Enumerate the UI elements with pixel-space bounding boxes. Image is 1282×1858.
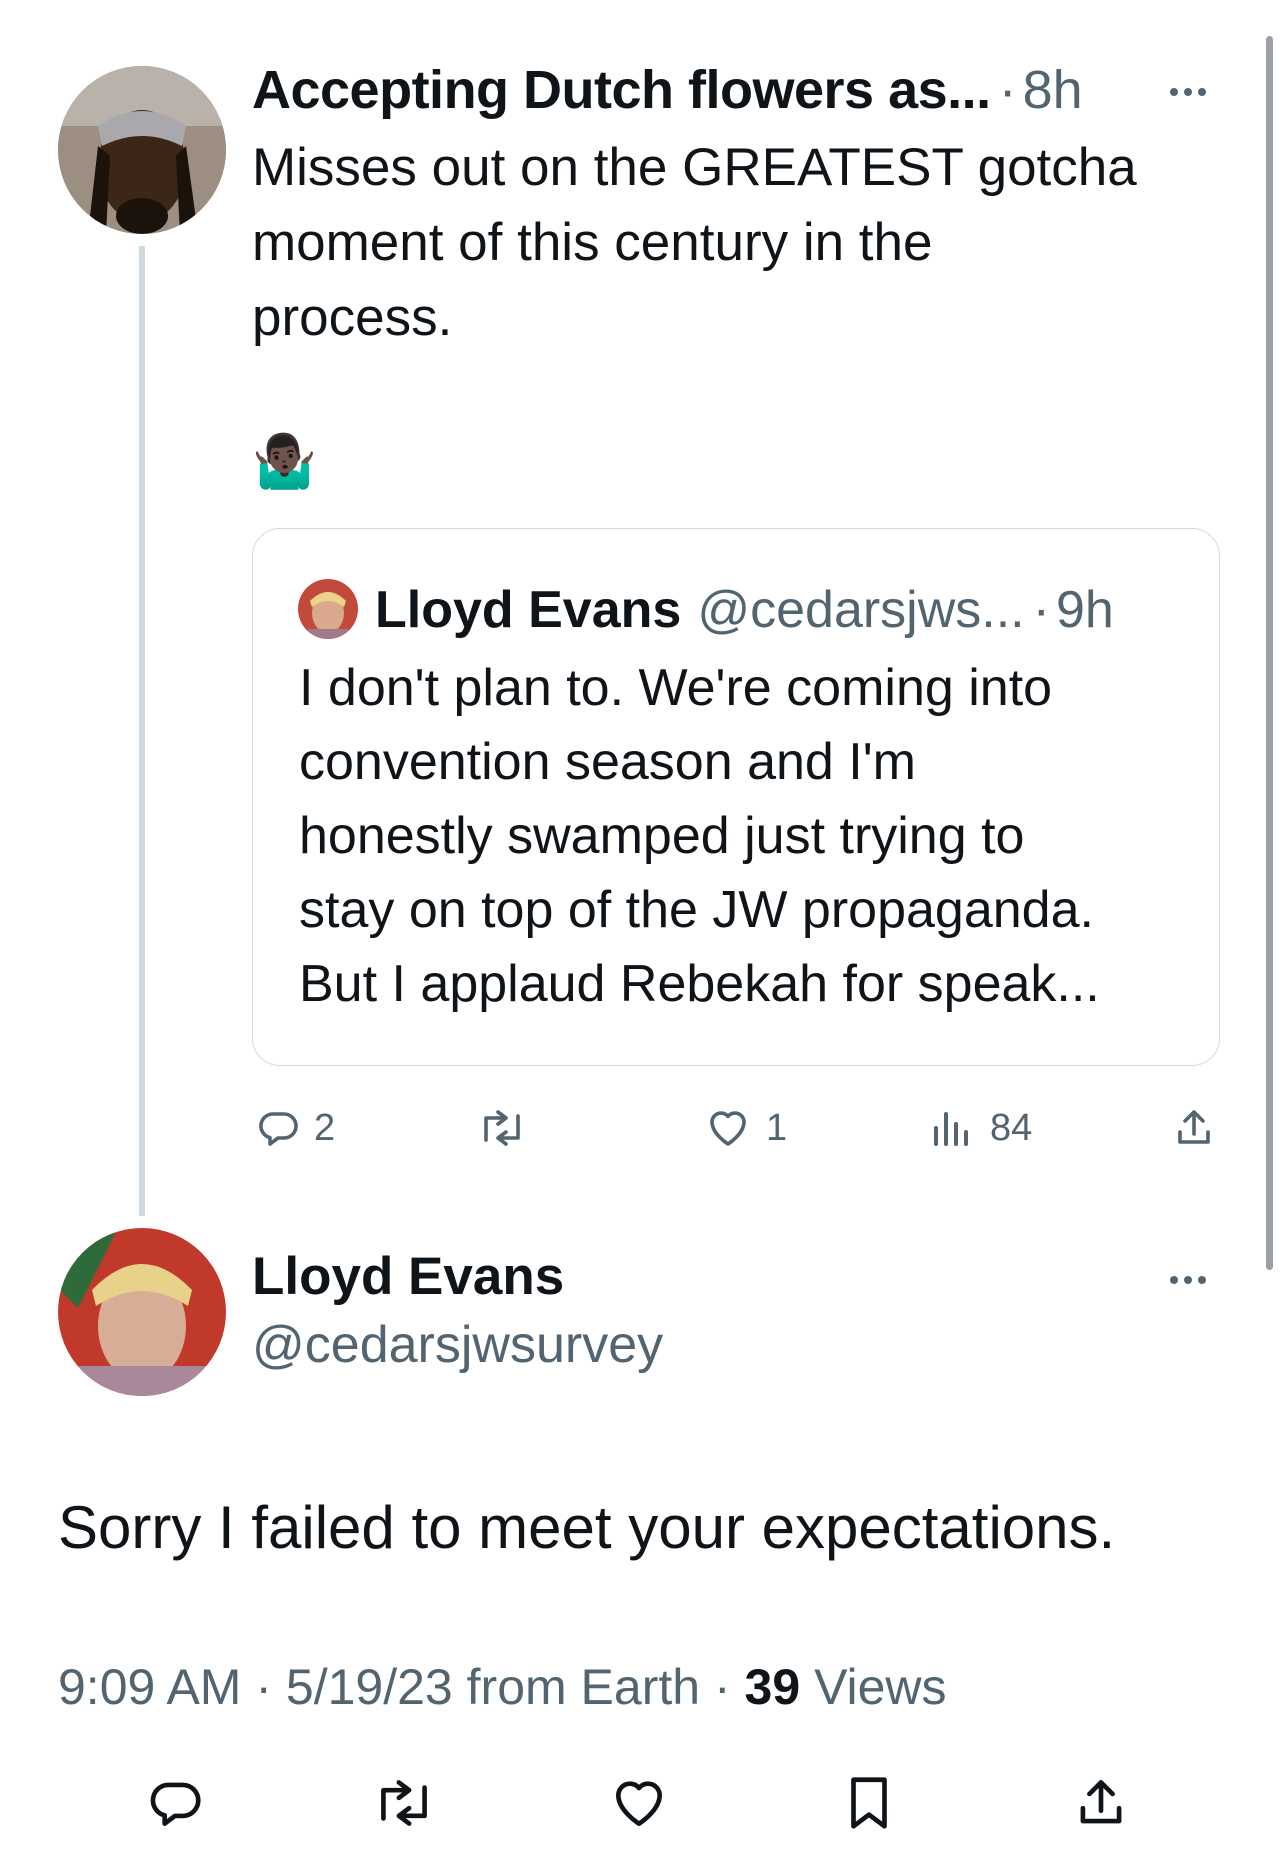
share-icon	[1080, 1780, 1122, 1824]
bookmark-icon	[851, 1777, 887, 1829]
main-avatar-image	[58, 1228, 226, 1396]
main-share-button[interactable]	[1070, 1772, 1132, 1834]
retweet-icon	[484, 1110, 520, 1146]
share-icon	[1178, 1110, 1210, 1144]
quoted-body-line: But I applaud Rebekah for speak...	[299, 955, 1100, 1013]
main-retweet-button[interactable]	[368, 1772, 440, 1834]
parent-separator: ·	[998, 60, 1017, 120]
quoted-body-line: stay on top of the JW propaganda.	[299, 881, 1094, 939]
quoted-author-name: Lloyd Evans	[375, 581, 682, 639]
quoted-body-line: honestly swamped just trying to	[299, 807, 1025, 865]
main-views-label[interactable]: Views	[814, 1659, 946, 1715]
quoted-handle: @cedarsjws...	[697, 581, 1025, 639]
parent-like-count: 1	[766, 1106, 788, 1149]
quoted-tweet[interactable]: Lloyd Evans @cedarsjws... · 9h I don't p…	[252, 528, 1220, 1066]
parent-views-button[interactable]: 84	[930, 1104, 1032, 1152]
quoted-body-line: convention season and I'm	[299, 733, 916, 791]
main-date[interactable]: 5/19/23	[286, 1659, 453, 1715]
parent-reply-count: 2	[314, 1106, 336, 1149]
quoted-avatar-image	[298, 579, 358, 639]
parent-avatar-image	[58, 66, 226, 234]
main-handle[interactable]: @cedarsjwsurvey	[252, 1314, 663, 1376]
parent-share-button[interactable]	[1170, 1104, 1218, 1152]
meta-separator: ·	[255, 1659, 273, 1715]
parent-body-line: Misses out on the GREATEST gotcha	[252, 138, 1137, 197]
quoted-avatar	[298, 579, 358, 639]
more-icon	[1170, 88, 1178, 96]
quoted-header: Lloyd Evans @cedarsjws... · 9h	[375, 579, 1114, 641]
thread-line	[139, 246, 145, 1216]
main-source: from Earth	[466, 1659, 701, 1715]
parent-reply-button[interactable]: 2	[254, 1104, 335, 1152]
meta-separator: ·	[713, 1659, 731, 1715]
retweet-icon	[381, 1780, 427, 1826]
reply-icon	[259, 1112, 298, 1146]
parent-body-line: process.	[252, 288, 453, 347]
parent-header: Accepting Dutch flowers as... · 8h	[252, 60, 1083, 120]
quoted-separator: ·	[1032, 581, 1050, 639]
like-icon	[616, 1781, 662, 1826]
quoted-time: 9h	[1055, 581, 1114, 639]
main-time[interactable]: 9:09 AM	[58, 1659, 241, 1715]
like-icon	[710, 1111, 746, 1146]
parent-body: Misses out on the GREATEST gotcha moment…	[252, 130, 1212, 355]
views-icon	[934, 1112, 968, 1146]
main-bookmark-button[interactable]	[838, 1772, 900, 1834]
main-more-button[interactable]	[1170, 1274, 1212, 1286]
parent-views-count: 84	[990, 1106, 1033, 1149]
parent-like-button[interactable]: 1	[704, 1104, 787, 1152]
quoted-body: I don't plan to. We're coming into conve…	[299, 651, 1199, 1021]
parent-time[interactable]: 8h	[1023, 59, 1083, 121]
parent-more-button[interactable]	[1170, 86, 1212, 98]
more-icon	[1170, 1276, 1178, 1284]
reply-icon	[150, 1782, 201, 1826]
main-body: Sorry I failed to meet your expectations…	[58, 1494, 1116, 1561]
shrug-emoji: 🤷🏿‍♂️	[252, 433, 317, 491]
parent-retweet-button[interactable]	[474, 1104, 530, 1152]
scrollbar[interactable]	[1266, 36, 1273, 1270]
main-like-button[interactable]	[608, 1772, 670, 1834]
quoted-body-line: I don't plan to. We're coming into	[299, 659, 1053, 717]
parent-body-line: moment of this century in the	[252, 213, 933, 272]
main-meta: 9:09 AM · 5/19/23 from Earth · 39 Views	[58, 1656, 947, 1718]
main-author-name[interactable]: Lloyd Evans	[252, 1246, 564, 1308]
main-views-count[interactable]: 39	[745, 1659, 801, 1715]
parent-avatar[interactable]	[58, 66, 226, 234]
main-reply-button[interactable]	[144, 1772, 206, 1834]
main-avatar[interactable]	[58, 1228, 226, 1396]
parent-author-name[interactable]: Accepting Dutch flowers as...	[252, 59, 991, 121]
